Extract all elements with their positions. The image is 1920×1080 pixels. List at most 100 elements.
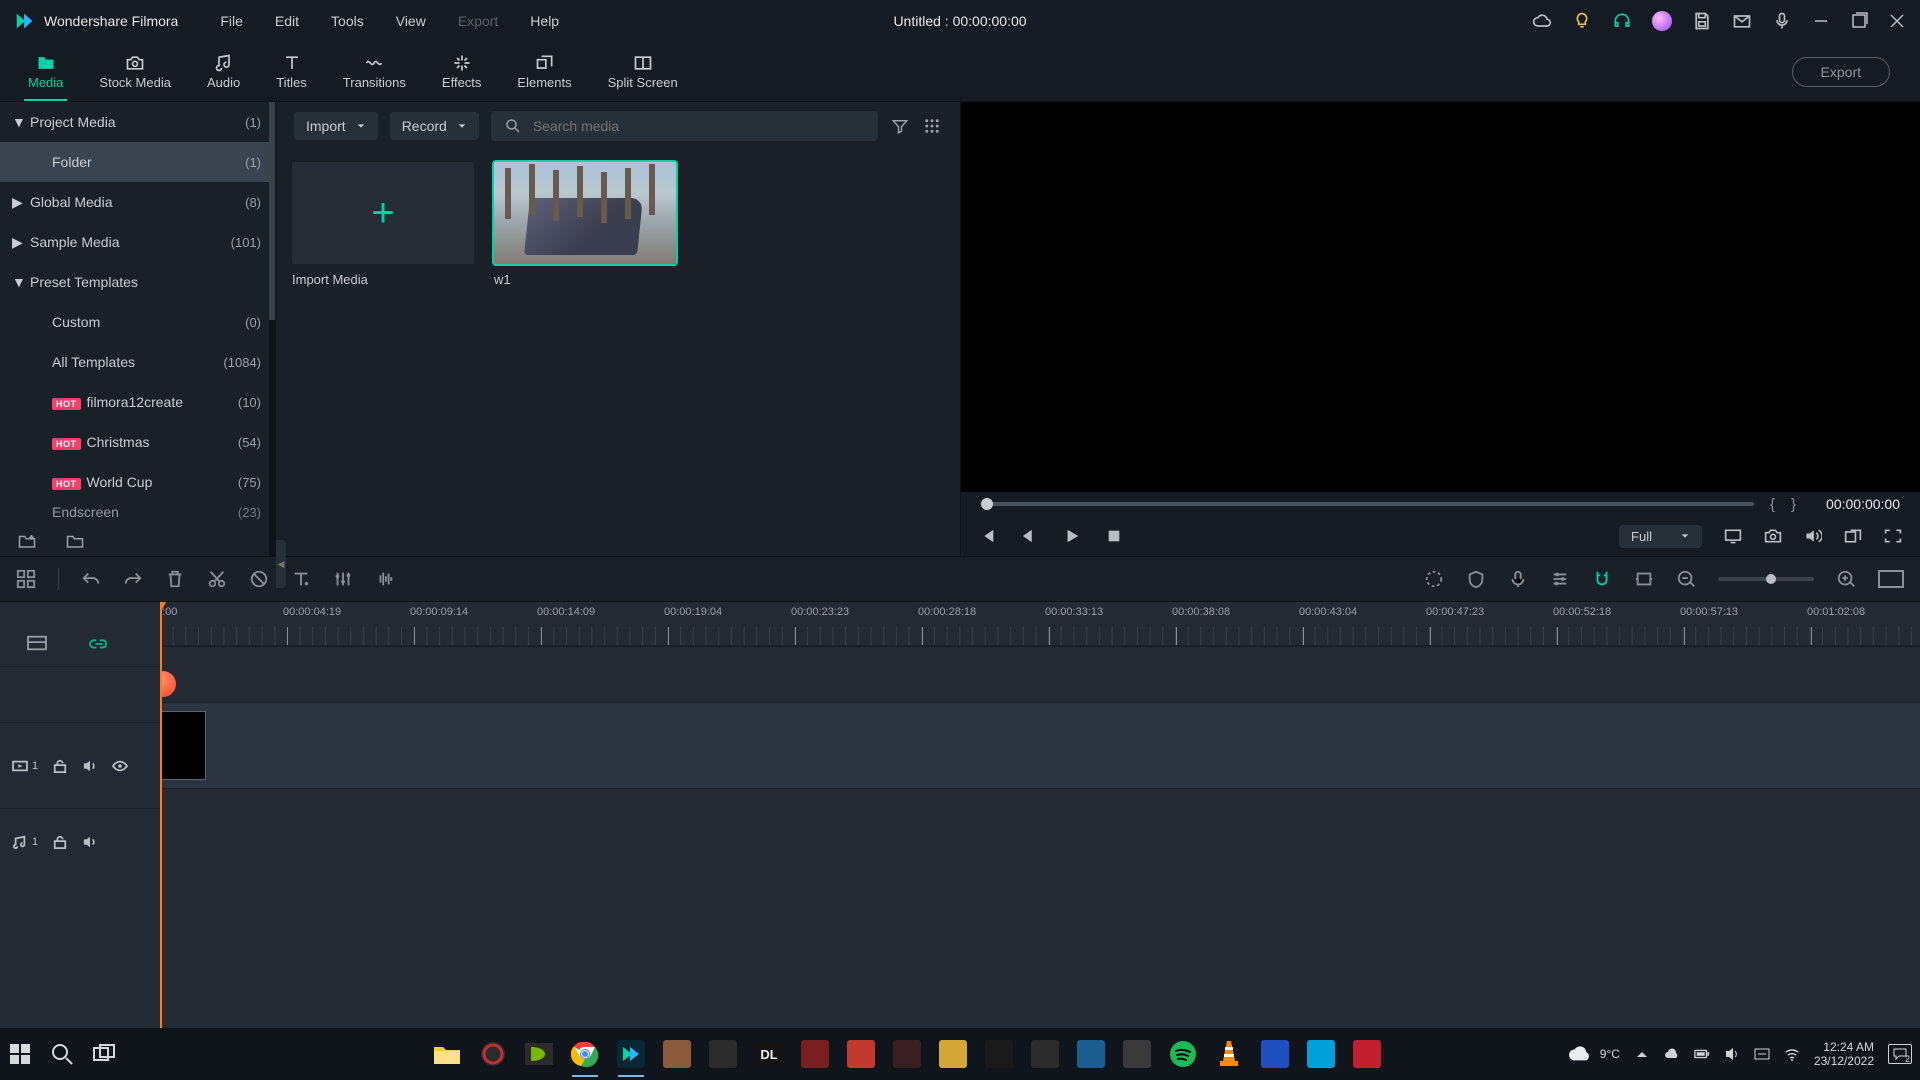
menu-file[interactable]: File [206,9,257,33]
taskbar-app-app6[interactable] [936,1037,970,1071]
snapshot-icon[interactable] [1764,528,1782,544]
import-media-thumb[interactable]: + [292,162,474,264]
play-icon[interactable] [1063,528,1081,544]
shield-icon[interactable] [1466,569,1486,589]
chevron-up-icon[interactable] [1634,1046,1650,1062]
stop-icon[interactable] [1105,528,1123,544]
monitor-icon[interactable] [1724,528,1742,544]
prohibit-icon[interactable] [249,569,269,589]
quality-select[interactable]: Full [1619,525,1702,548]
taskbar-app-app10[interactable] [1120,1037,1154,1071]
language-icon[interactable] [1754,1046,1770,1062]
volume-icon[interactable] [1804,528,1822,544]
weather-widget[interactable]: 9°C [1566,1044,1620,1064]
maximize-icon[interactable] [1850,12,1868,30]
eye-icon[interactable] [112,759,128,773]
tab-effects[interactable]: Effects [424,42,500,101]
import-dropdown[interactable]: Import [294,112,378,140]
timeline-ruler[interactable]: 0:0000:00:04:1900:00:09:1400:00:14:0900:… [160,602,1920,646]
taskbar-app-app11[interactable] [1258,1037,1292,1071]
cloud-icon[interactable] [1532,11,1552,31]
mute-icon[interactable] [82,835,98,849]
prev-frame-icon[interactable] [979,528,997,544]
tree-item-world-cup[interactable]: HOTWorld Cup(75) [0,462,275,502]
fullscreen-icon[interactable] [1884,528,1902,544]
collapse-handle[interactable]: ◀ [276,540,286,588]
start-icon[interactable] [8,1042,32,1066]
play-rev-icon[interactable] [1021,528,1039,544]
zoom-fit-icon[interactable] [1878,570,1904,588]
headset-icon[interactable] [1612,11,1632,31]
menu-tools[interactable]: Tools [317,9,378,33]
menu-help[interactable]: Help [516,9,573,33]
record-dropdown[interactable]: Record [390,112,479,140]
mic-icon[interactable] [1772,11,1792,31]
tree-item-all-templates[interactable]: All Templates(1084) [0,342,275,382]
audio-track[interactable] [160,788,1920,854]
timeline-body[interactable]: 0:0000:00:04:1900:00:09:1400:00:14:0900:… [160,602,1920,1028]
marker-track[interactable] [160,646,1920,702]
tree-item-folder[interactable]: Folder(1) [0,142,275,182]
media-tile-import-media[interactable]: +Import Media [292,162,474,287]
tree-item-filmora12create[interactable]: HOTfilmora12create(10) [0,382,275,422]
tree-item-project-media[interactable]: ▼Project Media(1) [0,102,275,142]
taskbar-app-app8[interactable] [1028,1037,1062,1071]
tab-media[interactable]: Media [10,42,81,101]
minimize-icon[interactable] [1812,12,1830,30]
marker-icon[interactable] [1634,569,1654,589]
taskbar-app-chrome[interactable] [568,1037,602,1071]
taskbar-app-app2[interactable] [706,1037,740,1071]
tab-audio[interactable]: Audio [189,42,258,101]
avatar-icon[interactable] [1652,11,1672,31]
video-thumb[interactable] [494,162,676,264]
taskbar-app-vlc[interactable] [1212,1037,1246,1071]
taskbar-app-dl[interactable]: DL [752,1037,786,1071]
search-input[interactable] [533,118,866,134]
mark-out-icon[interactable]: } [1791,496,1796,513]
tab-stock-media[interactable]: Stock Media [81,42,189,101]
render-icon[interactable] [1424,569,1444,589]
redo-icon[interactable] [123,569,143,589]
track-options-icon[interactable] [26,634,48,652]
tree-item-preset-templates[interactable]: ▼Preset Templates [0,262,275,302]
mixer-icon[interactable] [1550,569,1570,589]
delete-icon[interactable] [165,569,185,589]
tree-item-christmas[interactable]: HOTChristmas(54) [0,422,275,462]
wifi-icon[interactable] [1784,1046,1800,1062]
tree-item-custom[interactable]: Custom(0) [0,302,275,342]
volume-tray-icon[interactable] [1724,1046,1740,1062]
menu-view[interactable]: View [382,9,440,33]
video-track[interactable] [160,702,1920,788]
menu-edit[interactable]: Edit [261,9,313,33]
detach-icon[interactable] [1844,528,1862,544]
waveform-icon[interactable] [375,569,395,589]
tree-item-global-media[interactable]: ▶Global Media(8) [0,182,275,222]
taskbar-app-app3[interactable] [798,1037,832,1071]
taskbar-app-obs[interactable] [476,1037,510,1071]
mute-icon[interactable] [82,759,98,773]
search-box[interactable] [491,111,878,141]
mark-in-icon[interactable]: { [1770,496,1775,513]
taskbar-app-spotify[interactable] [1166,1037,1200,1071]
marker-icon[interactable] [160,671,176,697]
lock-icon[interactable] [52,759,68,773]
link-icon[interactable] [88,634,110,652]
text-tool-icon[interactable] [291,569,311,589]
lock-icon[interactable] [52,835,68,849]
tab-transitions[interactable]: Transitions [325,42,424,101]
taskbar-app-app13[interactable] [1350,1037,1384,1071]
save-icon[interactable] [1692,11,1712,31]
taskbar-app-nvidia[interactable] [522,1037,556,1071]
tab-elements[interactable]: Elements [499,42,589,101]
tree-item-endscreen[interactable]: Endscreen(23) [0,502,275,522]
taskbar-app-filmora[interactable] [614,1037,648,1071]
tree-scrollbar[interactable] [269,102,275,556]
zoom-in-icon[interactable] [1836,569,1856,589]
task-view-icon[interactable] [92,1042,116,1066]
preview-scrubber[interactable] [981,502,1754,506]
tab-titles[interactable]: Titles [258,42,325,101]
cut-icon[interactable] [207,569,227,589]
lightbulb-icon[interactable] [1572,11,1592,31]
export-button[interactable]: Export [1792,57,1890,87]
clock[interactable]: 12:24 AM 23/12/2022 [1814,1040,1874,1069]
